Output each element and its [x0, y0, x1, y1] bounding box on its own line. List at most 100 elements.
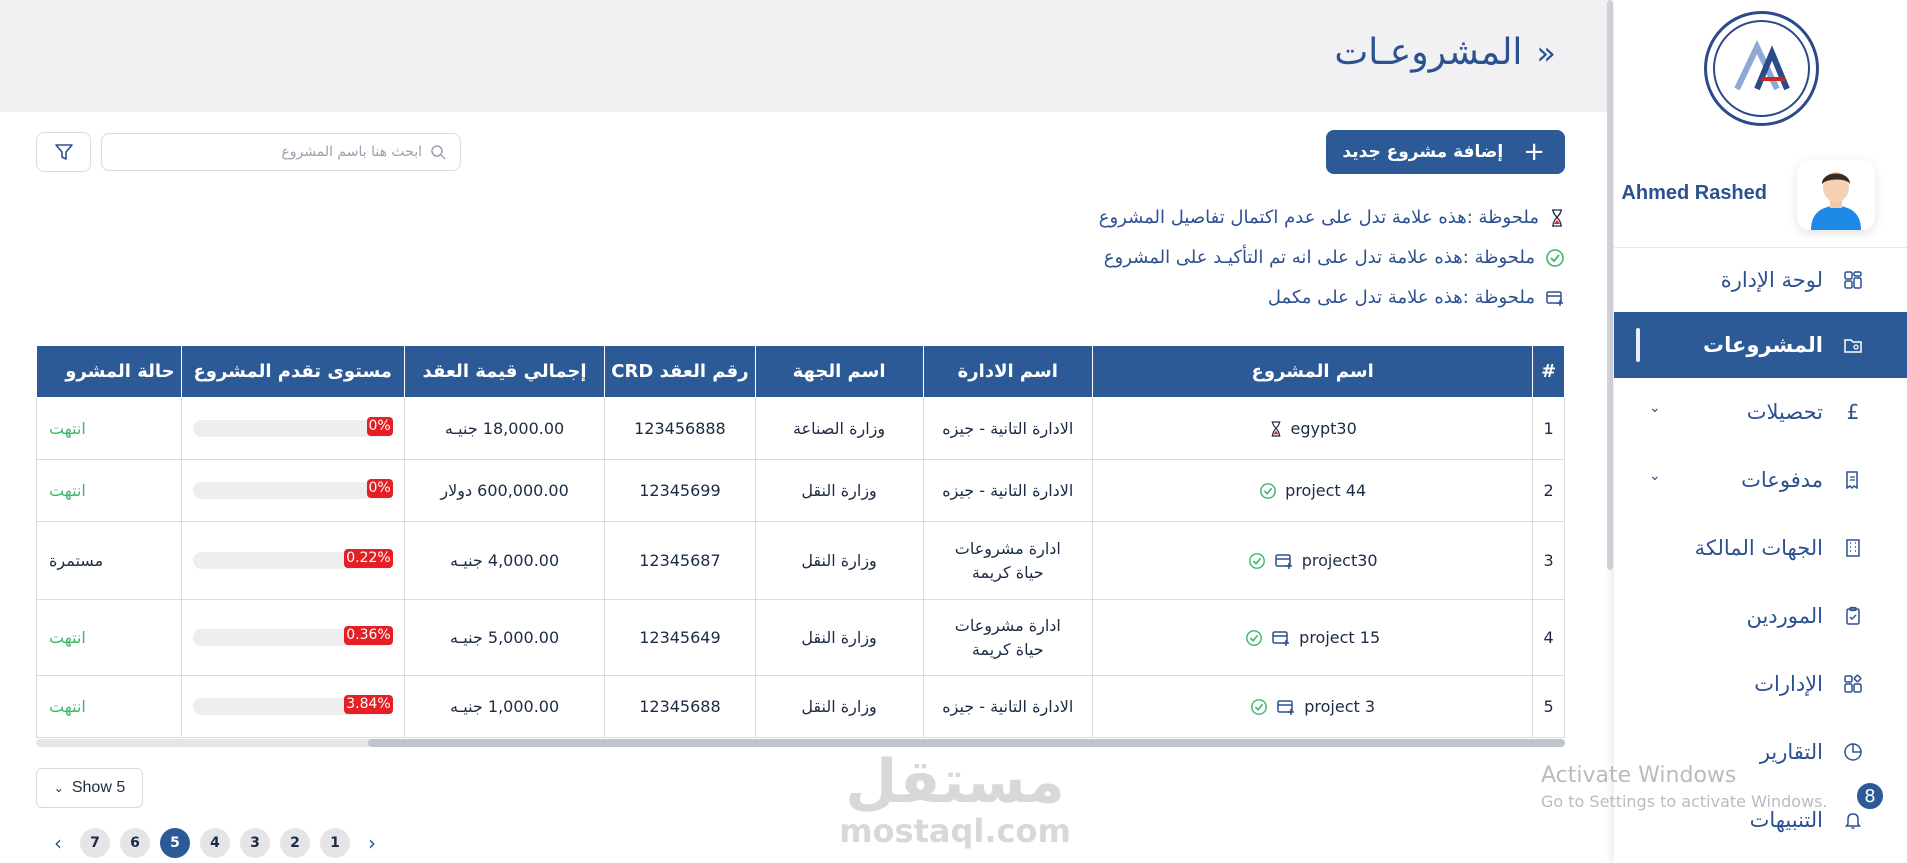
user-profile[interactable]: Ahmed Rashed: [1614, 160, 1907, 235]
page-3-button[interactable]: 3: [240, 828, 270, 858]
contract-cell: 12345699: [604, 459, 756, 522]
project-name-cell[interactable]: project 44: [1092, 459, 1534, 522]
page-6-button[interactable]: 6: [120, 828, 150, 858]
hourglass-icon: [1269, 420, 1283, 438]
card-icon: [1274, 552, 1294, 570]
sidebar-item-2[interactable]: ⌄ تحصيلات £: [1614, 378, 1907, 446]
double-chevron-icon[interactable]: »: [1536, 34, 1556, 72]
page-4-button[interactable]: 4: [200, 828, 230, 858]
table-row[interactable]: 5 project 3 الادارة التانية - جيزه وزارة ال…: [36, 675, 1565, 738]
horizontal-scrollbar[interactable]: [36, 739, 1565, 747]
progress-percent: 0.22%: [344, 549, 393, 568]
note-confirmed: ملحوظة :هذه علامة تدل على انه تم التأكيـ…: [1104, 247, 1565, 268]
progress-percent: 0%: [366, 417, 393, 436]
progress-bar: 0.22%: [192, 549, 393, 569]
dashboard-icon: [1843, 270, 1863, 290]
table-row[interactable]: 2 project 44 الادارة التانية - جيزه وزارة ا…: [36, 459, 1565, 522]
table-row[interactable]: 1 egypt30 الادارة التانية - جيزه وزارة الصن…: [36, 397, 1565, 460]
col-project-name: اسم المشروع: [1092, 345, 1534, 398]
total-cell: 18,000.00 جنيـه: [403, 397, 606, 460]
vertical-scrollbar[interactable]: [1607, 0, 1613, 570]
col-department: اسم الادارة: [922, 345, 1094, 398]
chevron-down-icon[interactable]: ⌄: [1649, 468, 1661, 484]
search-input[interactable]: ابحث هنا باسم المشروع: [101, 133, 461, 171]
sidebar-item-3[interactable]: ⌄ مدفوعات: [1614, 446, 1907, 514]
project-name-cell[interactable]: project 15: [1092, 599, 1534, 676]
pound-icon: £: [1846, 400, 1860, 424]
department-cell: ادارة مشروعات حياة كريمة: [922, 599, 1094, 676]
sidebar-item-label: لوحة الإدارة: [1720, 268, 1823, 292]
receipt-icon: [1843, 470, 1863, 490]
add-project-button[interactable]: إضافة مشروع جديد +: [1326, 130, 1565, 174]
page-2-button[interactable]: 2: [280, 828, 310, 858]
card-icon: [1276, 698, 1296, 716]
project-name: egypt30: [1290, 419, 1357, 438]
page-title-text: المشروعـات: [1334, 32, 1523, 73]
filter-button[interactable]: [36, 132, 91, 172]
check-circle-icon: [1546, 248, 1564, 267]
sidebar-item-1[interactable]: المشروعات: [1614, 312, 1907, 378]
active-indicator: [1636, 328, 1640, 362]
status-cell: مستمرة: [36, 521, 182, 600]
entity-cell: وزارة النقل: [754, 675, 924, 738]
progress-cell: 0.22%: [180, 521, 405, 600]
col-number: #: [1532, 345, 1565, 398]
progress-bar: 0%: [192, 417, 393, 437]
sidebar-item-0[interactable]: لوحة الإدارة: [1614, 248, 1907, 312]
project-name: project 3: [1304, 697, 1376, 716]
table-row[interactable]: 4 project 15 ادارة مشروعات حياة كريمة وزارة…: [36, 599, 1565, 676]
mostaql-watermark: مستقل mostaql.com: [835, 752, 1075, 850]
page-size-select[interactable]: ⌄ Show 5: [36, 768, 143, 808]
col-progress: مستوى تقدم المشروع: [180, 345, 405, 398]
status-cell: انتهت: [36, 675, 182, 738]
project-name: project30: [1301, 551, 1378, 570]
status-cell: انتهت: [36, 599, 182, 676]
add-project-label: إضافة مشروع جديد: [1342, 142, 1504, 162]
progress-cell: 0%: [180, 459, 405, 522]
page-7-button[interactable]: 7: [80, 828, 110, 858]
project-name-cell[interactable]: project30: [1092, 521, 1534, 600]
sidebar-item-label: تحصيلات: [1746, 400, 1823, 424]
status-cell: انتهت: [36, 459, 182, 522]
page-5-button[interactable]: 5: [160, 828, 190, 858]
sidebar-item-5[interactable]: الموردين: [1614, 582, 1907, 650]
progress-percent: 3.84%: [344, 695, 393, 714]
total-cell: 5,000.00 جنيـه: [403, 599, 606, 676]
table-header-row: # اسم المشروع اسم الادارة اسم الجهة رقم …: [36, 345, 1565, 398]
windows-activation-notice: Activate Windows Go to Settings to activ…: [1541, 763, 1828, 811]
row-number: 3: [1532, 521, 1565, 600]
company-logo: [1704, 11, 1819, 126]
logo-emblem-icon: [1733, 39, 1790, 90]
progress-percent: 0%: [366, 479, 393, 498]
chevron-down-icon[interactable]: ⌄: [1649, 400, 1661, 416]
note-complementary-text: ملحوظة :هذه علامة تدل على مكمل: [1267, 287, 1535, 308]
scrollbar-thumb[interactable]: [368, 739, 1565, 747]
sidebar-item-label: المشروعات: [1703, 333, 1823, 357]
page-size-label: Show 5: [71, 779, 126, 796]
previous-page-icon[interactable]: ‹: [46, 831, 70, 855]
total-cell: 600,000.00 دولار: [403, 459, 606, 522]
row-number: 2: [1532, 459, 1565, 522]
sidebar-item-4[interactable]: الجهات المالكة: [1614, 514, 1907, 582]
col-contract-number: رقم العقد CRD: [604, 345, 756, 398]
watermark-english: mostaql.com: [839, 812, 1071, 850]
sidebar-item-label: الموردين: [1746, 604, 1823, 628]
search-icon: [431, 145, 446, 160]
project-name-cell[interactable]: project 3: [1092, 675, 1534, 738]
next-page-icon[interactable]: ›: [360, 831, 384, 855]
note-confirmed-text: ملحوظة :هذه علامة تدل على انه تم التأكيـ…: [1103, 247, 1535, 268]
projects-table-container[interactable]: # اسم المشروع اسم الادارة اسم الجهة رقم …: [36, 345, 1565, 741]
projects-table: # اسم المشروع اسم الادارة اسم الجهة رقم …: [36, 345, 1565, 738]
note-complementary: ملحوظة :هذه علامة تدل على مكمل: [1268, 287, 1565, 308]
clipboard-icon: [1843, 606, 1863, 626]
sidebar-item-6[interactable]: الإدارات: [1614, 650, 1907, 718]
project-name-cell[interactable]: egypt30: [1092, 397, 1534, 460]
table-row[interactable]: 3 project30 ادارة مشروعات حياة كريمة وزارة …: [36, 521, 1565, 600]
page-1-button[interactable]: 1: [320, 828, 350, 858]
department-cell: الادارة التانية - جيزه: [922, 397, 1094, 460]
department-cell: الادارة التانية - جيزه: [922, 459, 1094, 522]
departments-icon: [1843, 674, 1863, 694]
department-cell: ادارة مشروعات حياة كريمة: [922, 521, 1094, 600]
check-icon: [1259, 482, 1277, 500]
contract-cell: 123456888: [604, 397, 756, 460]
